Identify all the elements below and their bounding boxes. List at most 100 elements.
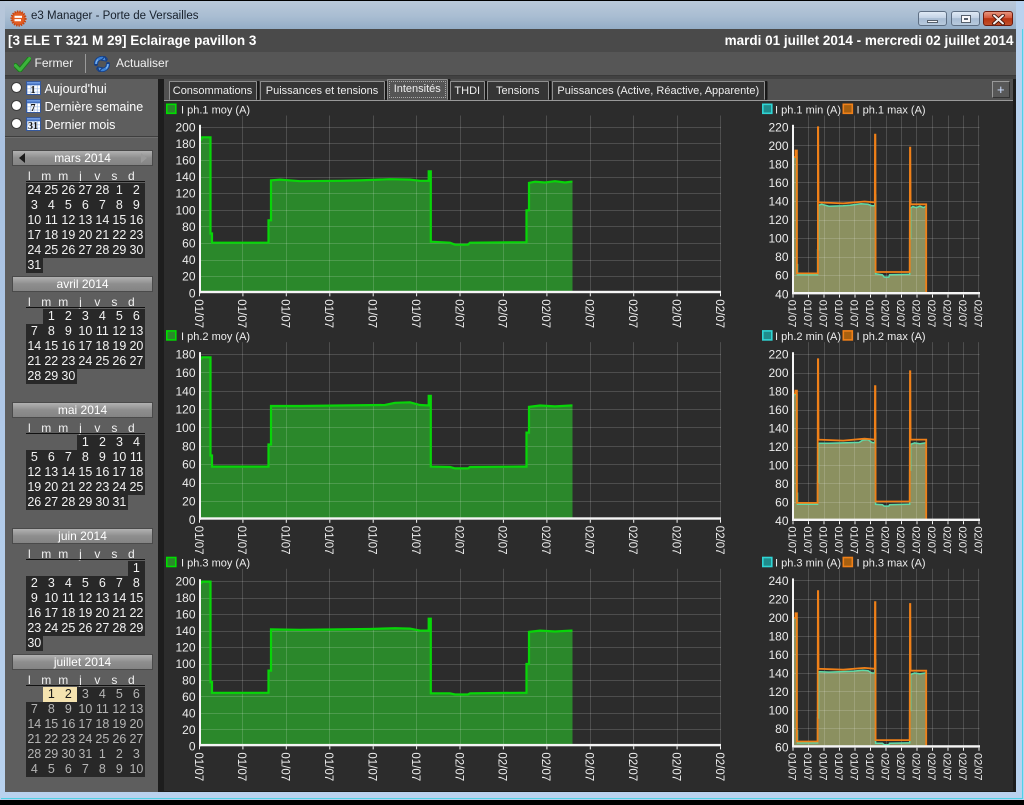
svg-text:02/07: 02/07 bbox=[496, 752, 508, 781]
svg-text:180: 180 bbox=[175, 137, 195, 151]
svg-text:01/07: 01/07 bbox=[863, 526, 875, 554]
svg-text:02/07: 02/07 bbox=[583, 299, 595, 328]
svg-text:100: 100 bbox=[768, 232, 788, 246]
svg-text:01/07: 01/07 bbox=[192, 752, 204, 781]
svg-text:0: 0 bbox=[189, 286, 196, 300]
svg-text:120: 120 bbox=[768, 213, 788, 227]
svg-text:I ph.2 min (A): I ph.2 min (A) bbox=[775, 331, 841, 343]
svg-text:80: 80 bbox=[775, 477, 789, 491]
svg-text:02/07: 02/07 bbox=[452, 526, 464, 555]
svg-text:02/07: 02/07 bbox=[539, 299, 551, 328]
svg-text:01/07: 01/07 bbox=[832, 300, 844, 328]
svg-text:120: 120 bbox=[175, 641, 195, 655]
svg-text:I ph.3 max (A): I ph.3 max (A) bbox=[857, 558, 926, 570]
svg-text:01/07: 01/07 bbox=[817, 753, 829, 781]
svg-text:180: 180 bbox=[768, 157, 788, 171]
svg-text:01/07: 01/07 bbox=[235, 752, 247, 781]
svg-text:01/07: 01/07 bbox=[817, 526, 829, 554]
svg-text:02/07: 02/07 bbox=[669, 752, 681, 781]
svg-text:120: 120 bbox=[175, 187, 195, 201]
svg-text:02/07: 02/07 bbox=[941, 526, 953, 554]
svg-text:02/07: 02/07 bbox=[879, 300, 891, 328]
svg-text:01/07: 01/07 bbox=[235, 299, 247, 328]
svg-text:01/07: 01/07 bbox=[832, 753, 844, 781]
svg-text:100: 100 bbox=[175, 657, 195, 671]
svg-text:180: 180 bbox=[175, 591, 195, 605]
svg-text:20: 20 bbox=[182, 494, 196, 508]
svg-text:02/07: 02/07 bbox=[972, 526, 984, 554]
svg-text:01/07: 01/07 bbox=[322, 752, 334, 781]
svg-text:100: 100 bbox=[768, 459, 788, 473]
svg-text:02/07: 02/07 bbox=[713, 299, 725, 328]
svg-text:01/07: 01/07 bbox=[848, 300, 860, 328]
svg-text:200: 200 bbox=[175, 575, 195, 589]
svg-text:02/07: 02/07 bbox=[583, 752, 595, 781]
svg-text:01/07: 01/07 bbox=[863, 300, 875, 328]
svg-text:01/07: 01/07 bbox=[817, 300, 829, 328]
svg-text:01/07: 01/07 bbox=[279, 299, 291, 328]
svg-text:120: 120 bbox=[768, 440, 788, 454]
svg-text:60: 60 bbox=[182, 690, 196, 704]
svg-text:02/07: 02/07 bbox=[956, 753, 968, 781]
svg-text:02/07: 02/07 bbox=[713, 752, 725, 781]
svg-text:60: 60 bbox=[182, 237, 196, 251]
svg-text:02/07: 02/07 bbox=[496, 526, 508, 555]
svg-text:160: 160 bbox=[768, 176, 788, 190]
svg-text:160: 160 bbox=[768, 648, 788, 662]
svg-text:01/07: 01/07 bbox=[801, 753, 813, 781]
svg-text:200: 200 bbox=[175, 120, 195, 134]
svg-text:01/07: 01/07 bbox=[863, 753, 875, 781]
svg-text:100: 100 bbox=[175, 203, 195, 217]
svg-text:02/07: 02/07 bbox=[539, 752, 551, 781]
svg-text:0: 0 bbox=[189, 513, 196, 527]
svg-text:80: 80 bbox=[775, 250, 789, 264]
svg-text:120: 120 bbox=[175, 403, 195, 417]
svg-text:180: 180 bbox=[768, 629, 788, 643]
svg-text:02/07: 02/07 bbox=[583, 526, 595, 555]
svg-text:01/07: 01/07 bbox=[192, 526, 204, 555]
svg-text:01/07: 01/07 bbox=[366, 299, 378, 328]
svg-text:02/07: 02/07 bbox=[972, 300, 984, 328]
svg-text:02/07: 02/07 bbox=[879, 753, 891, 781]
svg-text:80: 80 bbox=[182, 439, 196, 453]
svg-text:20: 20 bbox=[182, 270, 196, 284]
svg-text:02/07: 02/07 bbox=[956, 300, 968, 328]
svg-text:160: 160 bbox=[768, 403, 788, 417]
svg-text:02/07: 02/07 bbox=[496, 299, 508, 328]
svg-text:01/07: 01/07 bbox=[366, 526, 378, 555]
svg-text:120: 120 bbox=[768, 685, 788, 699]
svg-text:01/07: 01/07 bbox=[786, 300, 798, 328]
svg-text:180: 180 bbox=[768, 385, 788, 399]
svg-text:02/07: 02/07 bbox=[941, 753, 953, 781]
svg-text:01/07: 01/07 bbox=[409, 299, 421, 328]
svg-text:80: 80 bbox=[182, 220, 196, 234]
svg-text:02/07: 02/07 bbox=[894, 753, 906, 781]
svg-text:I ph.3 moy (A): I ph.3 moy (A) bbox=[181, 558, 250, 570]
svg-text:02/07: 02/07 bbox=[925, 753, 937, 781]
svg-text:02/07: 02/07 bbox=[539, 526, 551, 555]
svg-text:80: 80 bbox=[182, 674, 196, 688]
svg-text:01/07: 01/07 bbox=[235, 526, 247, 555]
svg-text:02/07: 02/07 bbox=[910, 753, 922, 781]
svg-text:200: 200 bbox=[768, 611, 788, 625]
svg-text:02/07: 02/07 bbox=[626, 526, 638, 555]
svg-text:I ph.2 moy (A): I ph.2 moy (A) bbox=[181, 331, 250, 343]
svg-text:I ph.1 moy (A): I ph.1 moy (A) bbox=[181, 104, 250, 116]
svg-text:100: 100 bbox=[768, 704, 788, 718]
svg-text:01/07: 01/07 bbox=[409, 526, 421, 555]
svg-text:02/07: 02/07 bbox=[452, 752, 464, 781]
svg-text:I ph.2 max (A): I ph.2 max (A) bbox=[857, 331, 926, 343]
svg-text:80: 80 bbox=[775, 722, 789, 736]
svg-text:02/07: 02/07 bbox=[910, 526, 922, 554]
svg-text:I ph.3 min (A): I ph.3 min (A) bbox=[775, 558, 841, 570]
svg-text:140: 140 bbox=[175, 384, 195, 398]
svg-text:01/07: 01/07 bbox=[801, 300, 813, 328]
svg-text:02/07: 02/07 bbox=[956, 526, 968, 554]
svg-text:01/07: 01/07 bbox=[786, 526, 798, 554]
svg-text:02/07: 02/07 bbox=[879, 526, 891, 554]
svg-text:240: 240 bbox=[768, 574, 788, 588]
svg-text:60: 60 bbox=[775, 495, 789, 509]
svg-text:I ph.1 max (A): I ph.1 max (A) bbox=[857, 104, 926, 116]
svg-text:I ph.1 min (A): I ph.1 min (A) bbox=[775, 104, 841, 116]
svg-text:01/07: 01/07 bbox=[322, 526, 334, 555]
